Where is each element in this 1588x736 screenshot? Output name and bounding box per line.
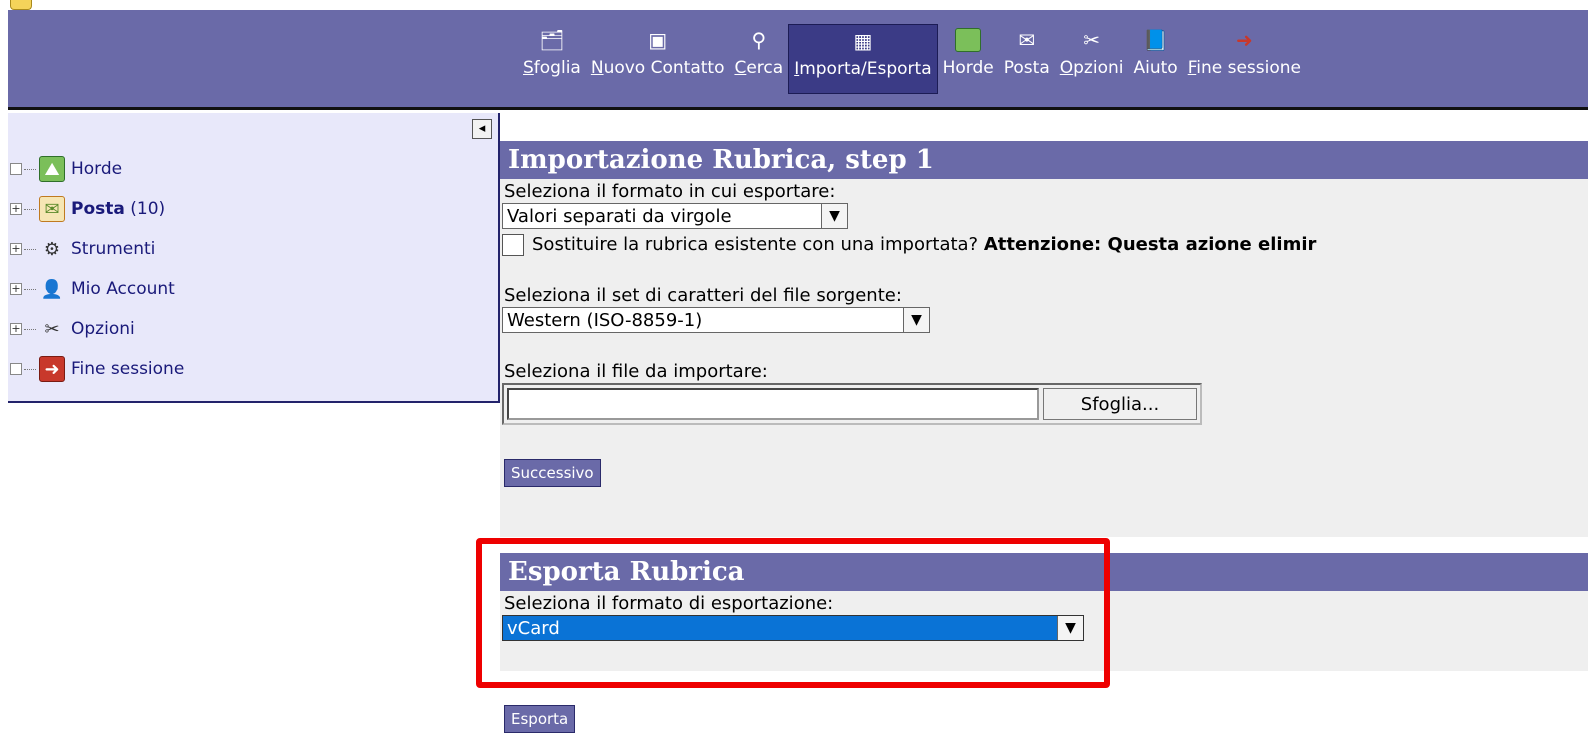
logout-icon: ➜	[39, 356, 65, 382]
toolbar-label: ine sessione	[1196, 58, 1301, 78]
sidebar-item-label: Opzioni	[71, 319, 135, 339]
toolbar-label: Posta	[1003, 58, 1050, 78]
expand-icon[interactable]: +	[10, 323, 22, 335]
collapse-sidebar-icon[interactable]: ◂	[472, 119, 492, 139]
top-toolbar: 🗂 Sfoglia ▣ Nuovo Contatto ⚲ Cerca ▦ Imp…	[8, 10, 1588, 110]
import-panel: Importazione Rubrica, step 1 Seleziona i…	[500, 141, 1588, 537]
toolbar-label: erca	[746, 58, 784, 78]
file-picker: Sfoglia...	[502, 383, 1202, 425]
toolbar-options[interactable]: ✂ Opzioni	[1055, 24, 1129, 94]
file-path-input[interactable]	[507, 388, 1039, 420]
sidebar-item-label: Strumenti	[71, 239, 156, 259]
mail-icon: ✉	[1018, 28, 1036, 52]
browse-file-button[interactable]: Sfoglia...	[1043, 388, 1197, 420]
browse-icon: 🗂	[539, 28, 565, 52]
tree-node-icon	[10, 163, 22, 175]
import-format-value: Valori separati da virgole	[507, 205, 732, 227]
highlight-box	[476, 538, 1110, 688]
toolbar-label-accel: O	[1059, 58, 1074, 78]
sidebar-item-label: Horde	[71, 159, 123, 179]
toolbar-label: mporta/Esporta	[799, 59, 932, 79]
toolbar-label-accel: C	[734, 58, 747, 78]
toolbar-mail[interactable]: ✉ Posta	[999, 24, 1055, 94]
replace-label: Sostituire la rubrica esistente con una …	[532, 234, 979, 255]
charset-label: Seleziona il set di caratteri del file s…	[504, 285, 902, 306]
toolbar-label-accel: F	[1187, 58, 1197, 78]
export-button[interactable]: Esporta	[504, 705, 576, 733]
toolbar-browse[interactable]: 🗂 Sfoglia	[518, 24, 586, 94]
toolbar-label-accel: N	[590, 58, 604, 78]
new-contact-icon: ▣	[648, 28, 668, 52]
search-icon: ⚲	[751, 28, 767, 52]
tree-node-icon	[10, 363, 22, 375]
unread-count: (10)	[130, 199, 166, 219]
sidebar-item-mio-account[interactable]: + 👤 Mio Account	[10, 269, 184, 309]
toolbar-menu: 🗂 Sfoglia ▣ Nuovo Contatto ⚲ Cerca ▦ Imp…	[518, 24, 1306, 94]
sidebar-item-opzioni[interactable]: + ✂ Opzioni	[10, 309, 184, 349]
mail-icon: ✉	[39, 196, 65, 222]
toolbar-logout[interactable]: ➜ Fine sessione	[1183, 24, 1306, 94]
expand-icon[interactable]: +	[10, 203, 22, 215]
toolbar-label-accel: S	[523, 58, 534, 78]
user-icon: 👤	[40, 278, 64, 300]
replace-checkbox[interactable]	[502, 234, 524, 256]
toolbar-horde[interactable]: Horde	[938, 24, 999, 94]
toolbar-label: uovo Contatto	[603, 58, 725, 78]
sidebar-item-strumenti[interactable]: + ⚙ Strumenti	[10, 229, 184, 269]
sidebar-item-horde[interactable]: ⛰ Horde	[10, 149, 184, 189]
horde-map-icon: ⛰	[39, 156, 65, 182]
charset-select[interactable]: Western (ISO-8859-1) ▼	[502, 307, 930, 333]
next-button[interactable]: Successivo	[504, 459, 601, 487]
options-icon: ✂	[1083, 28, 1100, 52]
toolbar-import-export[interactable]: ▦ Importa/Esporta	[788, 24, 938, 94]
sidebar-item-fine-sessione[interactable]: ➜ Fine sessione	[10, 349, 184, 389]
import-export-icon: ▦	[853, 29, 873, 53]
sidebar-item-label: Mio Account	[71, 279, 175, 299]
sidebar-item-label: Fine sessione	[71, 359, 185, 379]
import-title: Importazione Rubrica, step 1	[500, 141, 1588, 179]
expand-icon[interactable]: +	[10, 283, 22, 295]
toolbar-help[interactable]: 📘 Aiuto	[1128, 24, 1182, 94]
toolbar-label: foglia	[533, 58, 581, 78]
replace-warning: Attenzione: Questa azione elimir	[983, 234, 1317, 255]
expand-icon[interactable]: +	[10, 243, 22, 255]
sidebar-tree: ⛰ Horde + ✉ Posta (10) + ⚙ Strumenti + 👤…	[10, 149, 184, 389]
chevron-down-icon: ▼	[821, 204, 847, 228]
sidebar-item-label: Posta	[71, 199, 125, 219]
toolbar-label: Horde	[942, 58, 994, 78]
help-book-icon: 📘	[1143, 28, 1169, 52]
tools-icon: ⚙	[43, 238, 61, 260]
charset-value: Western (ISO-8859-1)	[507, 309, 703, 331]
toolbar-search[interactable]: ⚲ Cerca	[729, 24, 788, 94]
horde-map-icon	[955, 28, 982, 52]
toolbar-label: pzioni	[1073, 58, 1124, 78]
file-label: Seleziona il file da importare:	[504, 361, 768, 382]
main-content: Importazione Rubrica, step 1 Seleziona i…	[476, 113, 1588, 736]
chevron-down-icon: ▼	[903, 308, 929, 332]
options-icon: ✂	[44, 318, 60, 340]
sidebar: ◂ ⛰ Horde + ✉ Posta (10) + ⚙ Strumenti +…	[8, 113, 500, 403]
import-format-select[interactable]: Valori separati da virgole ▼	[502, 203, 848, 229]
sidebar-item-posta[interactable]: + ✉ Posta (10)	[10, 189, 184, 229]
import-format-label: Seleziona il formato in cui esportare:	[504, 181, 836, 202]
app-logo	[10, 0, 32, 10]
logout-icon: ➜	[1235, 28, 1253, 52]
toolbar-label: Aiuto	[1133, 58, 1178, 78]
toolbar-new-contact[interactable]: ▣ Nuovo Contatto	[586, 24, 730, 94]
